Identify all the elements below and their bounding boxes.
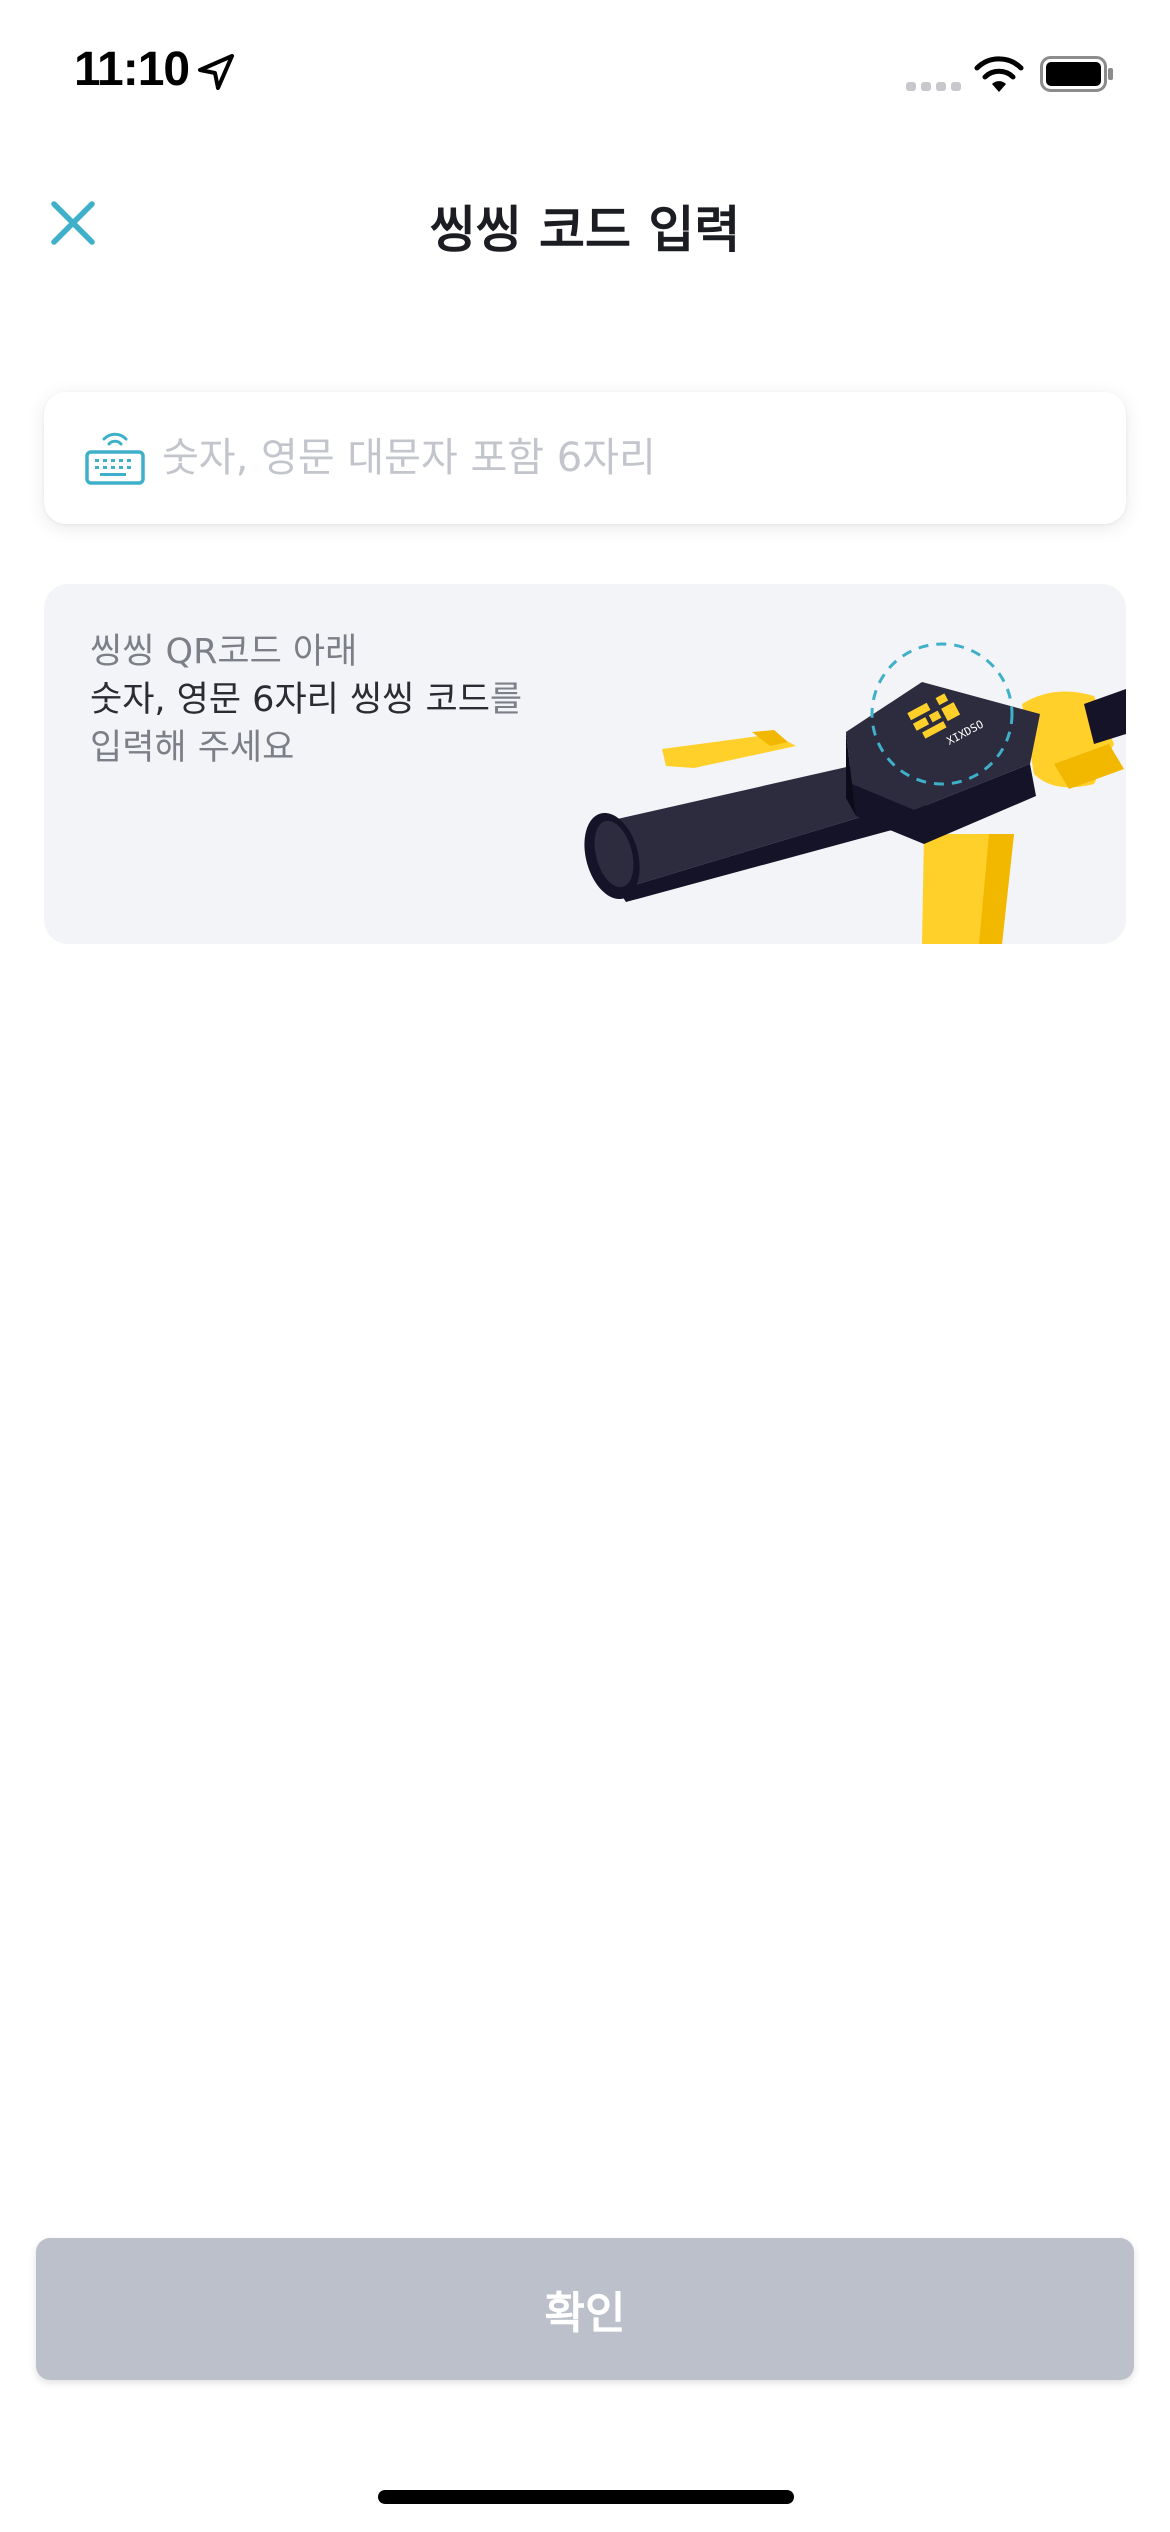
status-bar: 11:10: [0, 0, 1170, 140]
wifi-icon: [974, 56, 1024, 92]
scooter-handlebar-illustration: XIXDSO: [584, 642, 1126, 944]
header: 씽씽 코드 입력: [0, 170, 1170, 280]
guide-line-1: 씽씽 QR코드 아래: [90, 632, 358, 672]
page-title: 씽씽 코드 입력: [429, 201, 741, 259]
home-indicator: [378, 2490, 794, 2504]
signal-icon: [906, 82, 961, 91]
location-arrow-icon: [198, 54, 234, 90]
guide-line-2: 숫자, 영문 6자리 씽씽 코드를: [90, 676, 522, 724]
confirm-button[interactable]: 확인: [36, 2238, 1134, 2380]
keyboard-icon: [85, 432, 145, 485]
guide-line-2-strong: 숫자, 영문 6자리 씽씽 코드: [90, 680, 490, 720]
guide-line-2-tail: 를: [489, 680, 523, 720]
guide-text: 씽씽 QR코드 아래 숫자, 영문 6자리 씽씽 코드를 입력해 주세요: [90, 628, 522, 772]
code-input-field[interactable]: [162, 420, 1082, 496]
guide-line-3: 입력해 주세요: [90, 728, 295, 768]
code-entry-screen: 11:10 씽씽 코드 입력 숫자, 영문 대문자 포함 6자리 씽씽 QR코드…: [0, 0, 1170, 2532]
status-time: 11:10: [74, 43, 190, 96]
code-input-card[interactable]: [44, 392, 1126, 524]
battery-icon: [1040, 56, 1113, 92]
guide-card: 씽씽 QR코드 아래 숫자, 영문 6자리 씽씽 코드를 입력해 주세요 XIX…: [44, 584, 1126, 944]
